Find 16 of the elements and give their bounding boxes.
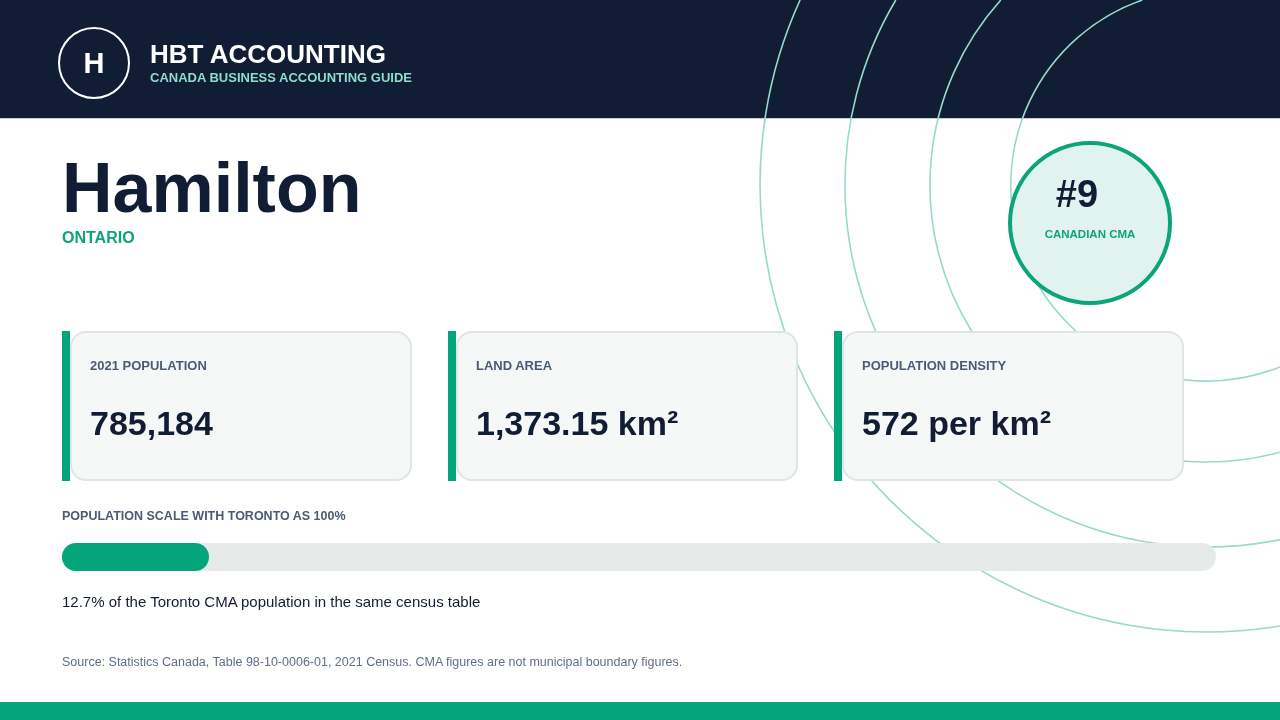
stat-value: 572 per km² (862, 403, 1051, 443)
stat-label: POPULATION DENSITY (862, 358, 1007, 374)
stat-value: 785,184 (90, 403, 213, 443)
stat-label: LAND AREA (476, 358, 553, 374)
brand-subtitle: CANADA BUSINESS ACCOUNTING GUIDE (150, 69, 412, 86)
rank-label: CANADIAN CMA (1044, 227, 1136, 241)
stat-value: 1,373.15 km² (476, 403, 679, 443)
source-note: Source: Statistics Canada, Table 98-10-0006-01, 2021 Census. CMA figures are not municipal boundary figures. (62, 654, 683, 670)
city-name: Hamilton (62, 153, 362, 223)
scale-title: POPULATION SCALE WITH TORONTO AS 100% (62, 508, 346, 524)
logo-mark: H (58, 27, 130, 99)
stat-label: 2021 POPULATION (90, 358, 207, 374)
rank-number: #9 (1055, 174, 1099, 214)
brand-title: HBT ACCOUNTING (150, 38, 387, 69)
scale-caption: 12.7% of the Toronto CMA population in the same census table (62, 592, 481, 612)
province-name: ONTARIO (62, 228, 135, 248)
